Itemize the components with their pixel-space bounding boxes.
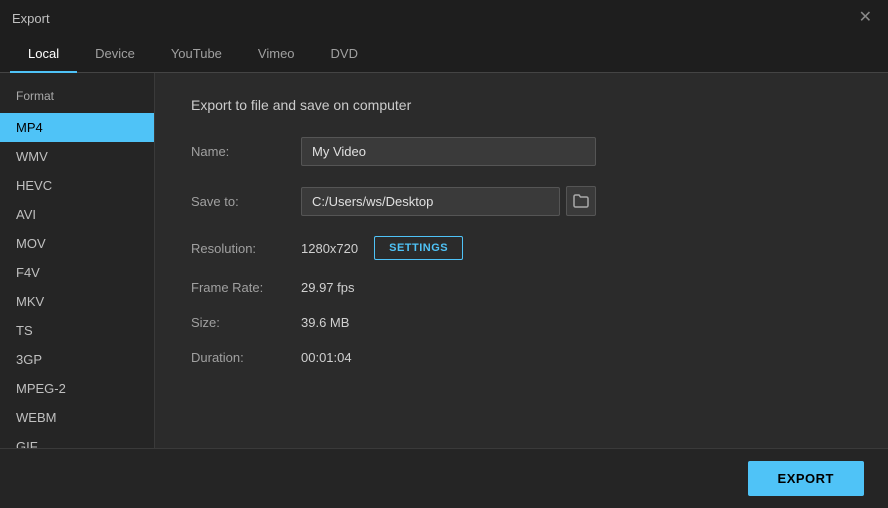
tab-local[interactable]: Local (10, 36, 77, 73)
browse-folder-button[interactable] (566, 186, 596, 216)
duration-row: Duration: 00:01:04 (191, 350, 852, 365)
export-window: Export ✕ Local Device YouTube Vimeo DVD … (0, 0, 888, 508)
tab-dvd[interactable]: DVD (313, 36, 376, 73)
format-mpeg2[interactable]: MPEG-2 (0, 374, 154, 403)
format-mov[interactable]: MOV (0, 229, 154, 258)
format-ts[interactable]: TS (0, 316, 154, 345)
tab-device[interactable]: Device (77, 36, 153, 73)
export-button[interactable]: EXPORT (748, 461, 864, 496)
content-area: Format MP4 WMV HEVC AVI MOV F4V MKV TS 3… (0, 73, 888, 448)
main-panel: Export to file and save on computer Name… (155, 73, 888, 448)
format-mkv[interactable]: MKV (0, 287, 154, 316)
format-hevc[interactable]: HEVC (0, 171, 154, 200)
frame-rate-row: Frame Rate: 29.97 fps (191, 280, 852, 295)
resolution-label: Resolution: (191, 241, 301, 256)
save-to-input[interactable] (301, 187, 560, 216)
format-label: Format (0, 89, 154, 113)
size-value: 39.6 MB (301, 315, 349, 330)
frame-rate-value: 29.97 fps (301, 280, 355, 295)
tab-bar: Local Device YouTube Vimeo DVD (0, 36, 888, 73)
save-to-controls (301, 186, 596, 216)
duration-label: Duration: (191, 350, 301, 365)
footer: EXPORT (0, 448, 888, 508)
tab-youtube[interactable]: YouTube (153, 36, 240, 73)
size-row: Size: 39.6 MB (191, 315, 852, 330)
name-row: Name: (191, 137, 852, 166)
save-to-row: Save to: (191, 186, 852, 216)
settings-button[interactable]: SETTINGS (374, 236, 463, 260)
format-webm[interactable]: WEBM (0, 403, 154, 432)
resolution-controls: 1280x720 SETTINGS (301, 236, 463, 260)
close-button[interactable]: ✕ (855, 8, 876, 28)
format-mp4[interactable]: MP4 (0, 113, 154, 142)
resolution-row: Resolution: 1280x720 SETTINGS (191, 236, 852, 260)
name-label: Name: (191, 144, 301, 159)
tab-vimeo[interactable]: Vimeo (240, 36, 313, 73)
section-title: Export to file and save on computer (191, 97, 852, 113)
title-bar: Export ✕ (0, 0, 888, 36)
name-input[interactable] (301, 137, 596, 166)
format-3gp[interactable]: 3GP (0, 345, 154, 374)
frame-rate-label: Frame Rate: (191, 280, 301, 295)
resolution-value: 1280x720 (301, 241, 358, 256)
format-f4v[interactable]: F4V (0, 258, 154, 287)
window-title: Export (12, 11, 50, 26)
format-avi[interactable]: AVI (0, 200, 154, 229)
format-sidebar: Format MP4 WMV HEVC AVI MOV F4V MKV TS 3… (0, 73, 155, 448)
save-to-label: Save to: (191, 194, 301, 209)
folder-icon (573, 194, 589, 208)
format-wmv[interactable]: WMV (0, 142, 154, 171)
size-label: Size: (191, 315, 301, 330)
duration-value: 00:01:04 (301, 350, 352, 365)
format-gif[interactable]: GIF (0, 432, 154, 448)
